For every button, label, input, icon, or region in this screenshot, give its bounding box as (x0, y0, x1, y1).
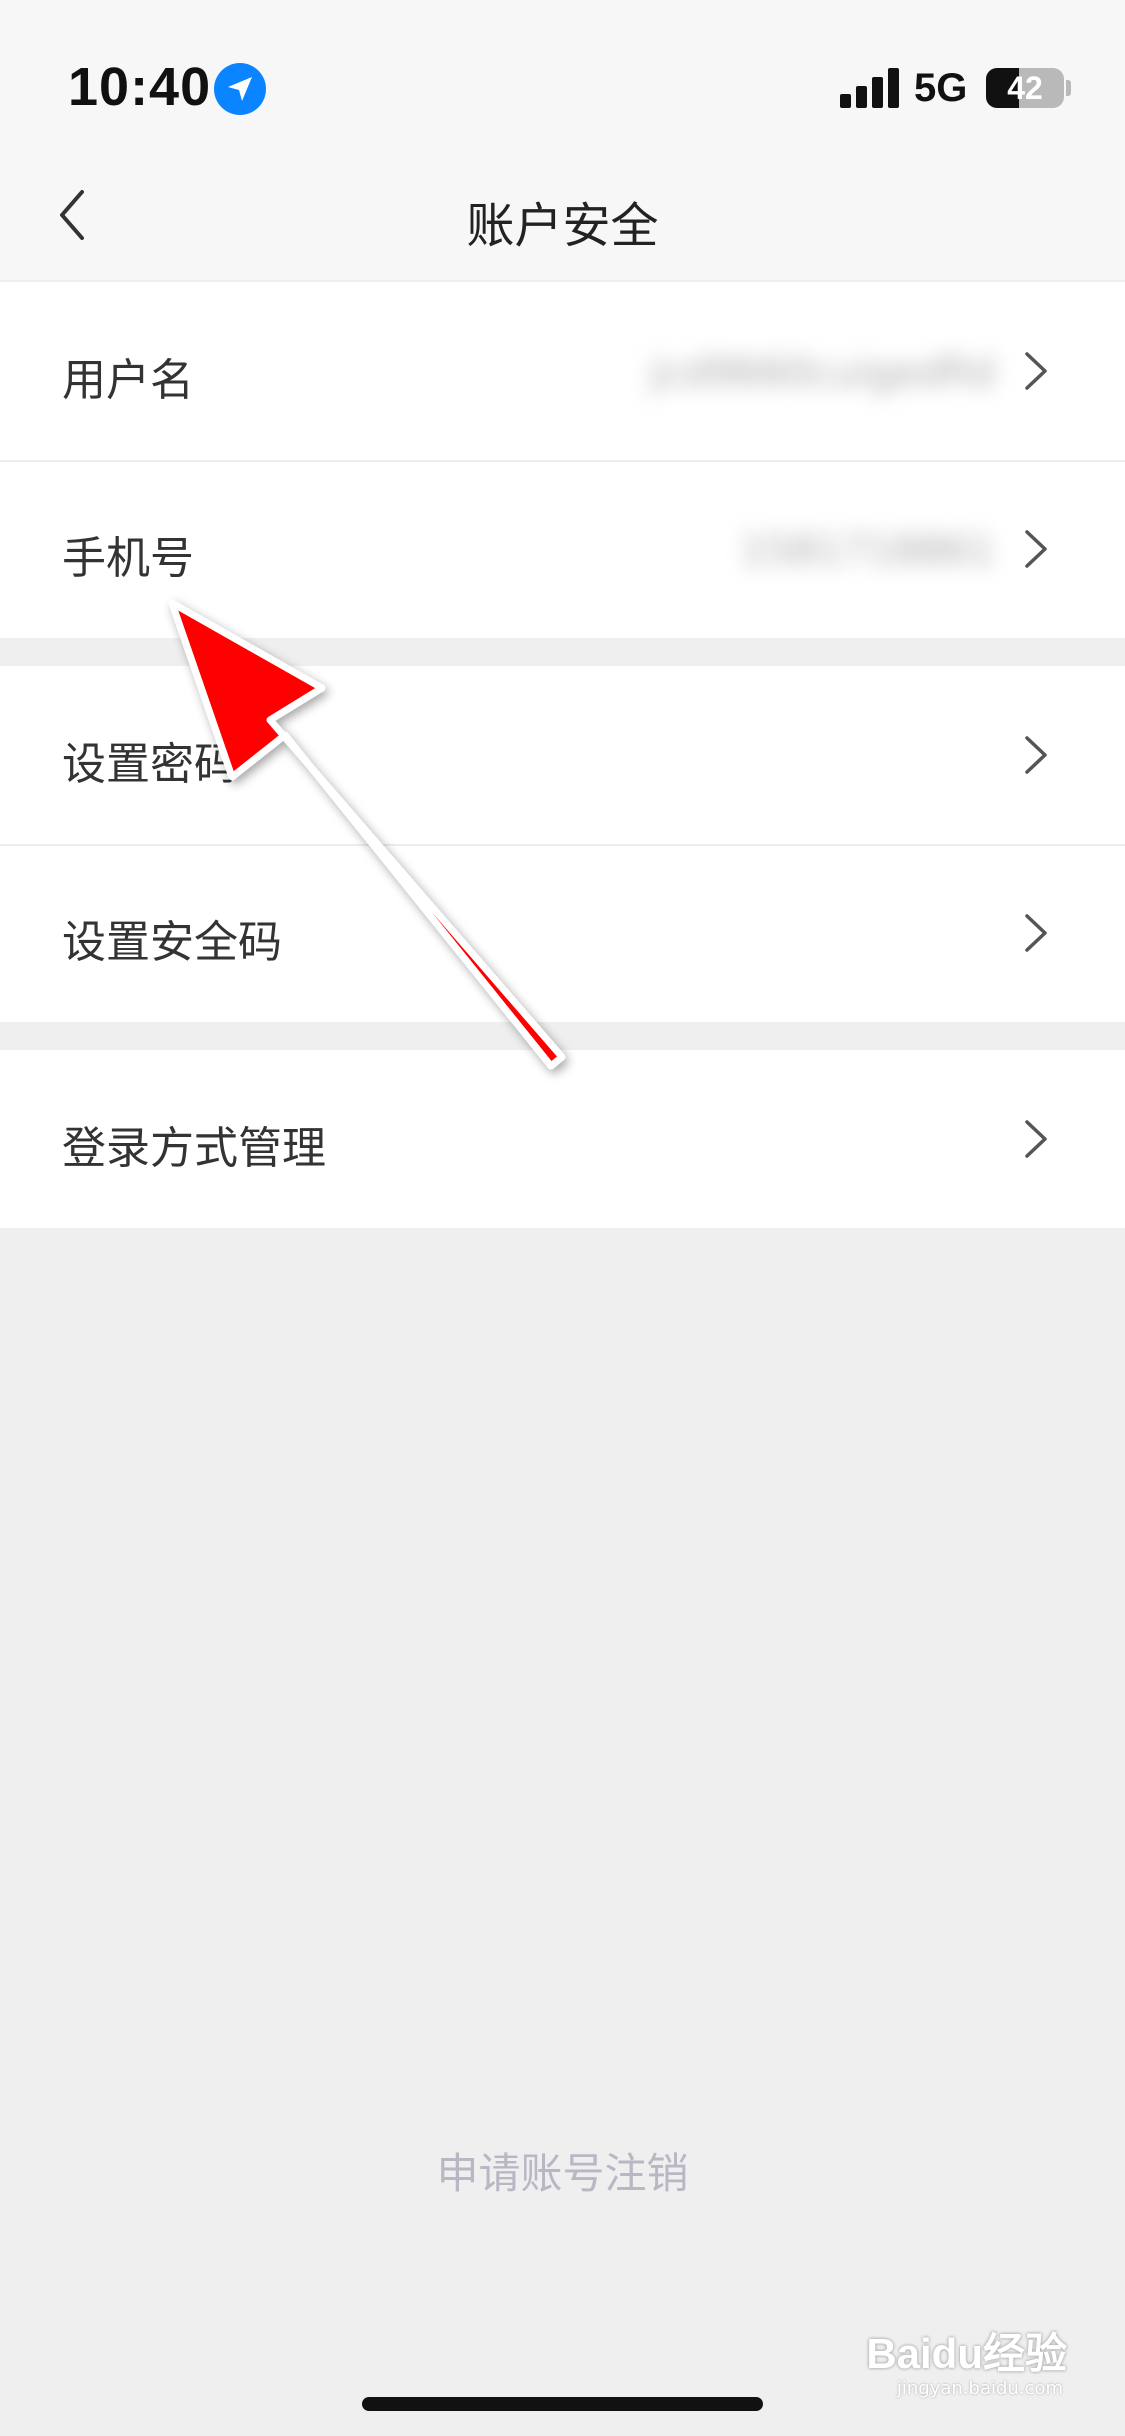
battery-icon: 42 (986, 68, 1064, 108)
login-method-group: 登录方式管理 (0, 1050, 1125, 1228)
settings-row-username[interactable]: 用户名 jcd9660cuigedfid (0, 282, 1125, 460)
deactivate-account-link[interactable]: 申请账号注销 (0, 2140, 1125, 2201)
settings-row-phone[interactable]: 手机号 1581718861 (0, 460, 1125, 638)
row-label: 登录方式管理 (62, 1123, 326, 1174)
row-value-blurred: 1581718861 (740, 528, 996, 574)
chevron-right-icon (1025, 530, 1047, 568)
row-value-blurred: jcd9660cuigedfid (650, 350, 995, 396)
page-title: 账户安全 (466, 198, 659, 254)
password-group: 设置密码 设置安全码 (0, 666, 1125, 1022)
baidu-watermark: Baidu经验 (866, 2330, 1067, 2377)
network-type: 5G (914, 66, 968, 110)
baidu-watermark-url: jingyan.baidu.com (896, 2378, 1063, 2399)
navigation-bar: 账户安全 (0, 150, 1125, 280)
chevron-right-icon (1025, 914, 1047, 952)
home-indicator[interactable] (362, 2397, 763, 2411)
account-info-group: 用户名 jcd9660cuigedfid 手机号 1581718861 (0, 282, 1125, 638)
chevron-right-icon (1025, 352, 1047, 390)
cellular-signal-icon (840, 68, 900, 108)
row-label: 手机号 (62, 533, 194, 584)
location-arrow-icon (214, 63, 266, 115)
row-label: 设置密码 (62, 739, 238, 790)
row-label: 用户名 (62, 355, 194, 406)
status-time: 10:40 (68, 57, 212, 117)
settings-row-set-security-code[interactable]: 设置安全码 (0, 844, 1125, 1022)
battery-level: 42 (1007, 70, 1043, 106)
row-label: 设置安全码 (62, 917, 282, 968)
battery-nub (1066, 80, 1071, 96)
chevron-right-icon (1025, 736, 1047, 774)
chevron-right-icon (1025, 1120, 1047, 1158)
settings-row-set-password[interactable]: 设置密码 (0, 666, 1125, 844)
settings-row-login-methods[interactable]: 登录方式管理 (0, 1050, 1125, 1228)
